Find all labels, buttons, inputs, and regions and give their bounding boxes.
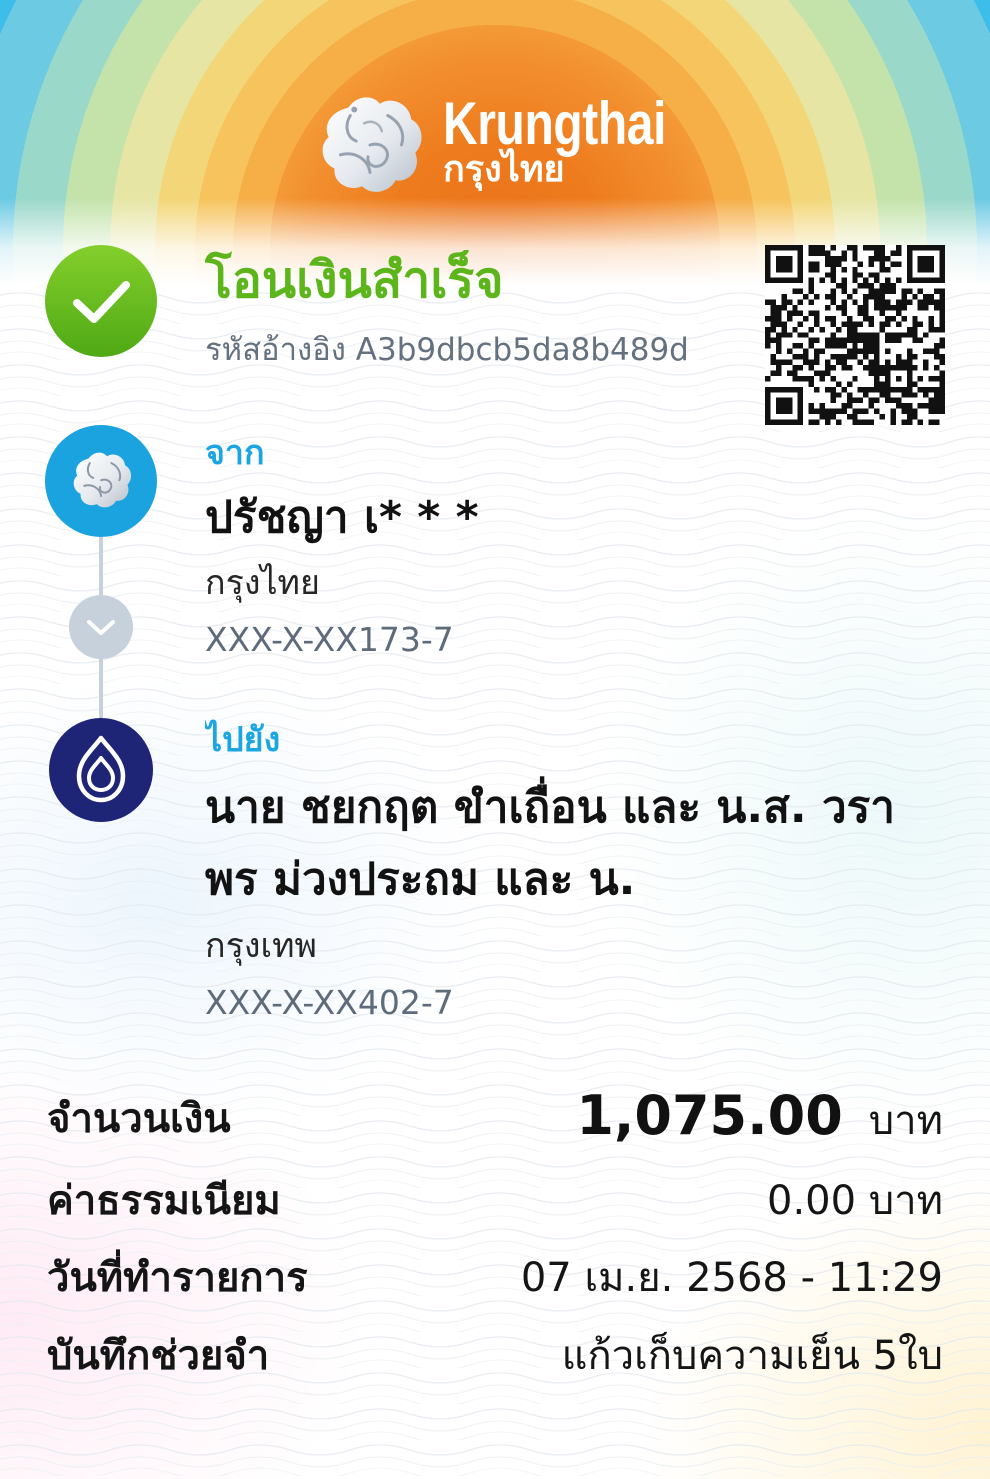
sender-name: ปรัชญา เ* * * [205,492,479,543]
fee-value: 0.00 บาท [767,1178,943,1224]
recipient-bank: กรุงเทพ [205,926,317,966]
sender-account: XXX-X-XX173-7 [205,620,454,659]
connector-line-bottom [99,657,103,719]
date-row: วันที่ทำรายการ 07 เม.ย. 2568 - 11:29 [47,1249,943,1305]
recipient-account: XXX-X-XX402-7 [205,983,454,1022]
memo-value: แก้วเก็บความเย็น 5ใบ [561,1333,943,1379]
sender-bank: กรุงไทย [205,563,320,603]
fee-row: ค่าธรรมเนียม 0.00 บาท [47,1172,943,1228]
amount-unit: บาท [868,1098,943,1144]
reference-line: รหัสอ้างอิง A3b9dbcb5da8b489d [205,330,750,370]
connector-line-top [99,537,103,597]
amount-label: จำนวนเงิน [47,1096,231,1142]
brand-name-th: กรุงไทย [443,149,565,190]
brand-name-en: Krungthai [443,90,667,157]
recipient-label: ไปยัง [205,720,281,760]
krungthai-bird-icon [322,97,422,192]
amount-value: 1,075.00 [576,1084,843,1147]
recipient-name-line-1: นาย ชยกฤต ขำเถื่อน และ น.ส. วรา [205,782,895,833]
amount-value-group: 1,075.00 บาท [576,1084,943,1152]
amount-row: จำนวนเงิน 1,075.00 บาท [47,1083,943,1153]
transfer-slip: Krungthai กรุงไทย โอนเงินสำเร็จ รหัสอ้าง… [0,0,990,1479]
qr-code-icon [765,245,945,425]
qr-modules [765,245,945,425]
fee-label: ค่าธรรมเนียม [47,1178,281,1224]
date-label: วันที่ทำรายการ [47,1255,308,1301]
status-title: โอนเงินสำเร็จ [205,251,504,309]
krungthai-bank-icon [45,425,157,537]
date-value: 07 เม.ย. 2568 - 11:29 [520,1255,943,1301]
reference-code: A3b9dbcb5da8b489d [355,332,689,368]
memo-label: บันทึกช่วยจำ [47,1333,270,1379]
reference-label: รหัสอ้างอิง [205,332,346,368]
memo-row: บันทึกช่วยจำ แก้วเก็บความเย็น 5ใบ [47,1327,943,1383]
chevron-down-icon [69,595,133,659]
check-icon [45,245,157,357]
sender-label: จาก [205,433,265,473]
bangkok-bank-lotus-icon [49,718,153,822]
recipient-name-line-2: พร ม่วงประถม และ น. [205,854,636,905]
recipient-name: นาย ชยกฤต ขำเถื่อน และ น.ส. วรา พร ม่วงป… [205,772,945,916]
